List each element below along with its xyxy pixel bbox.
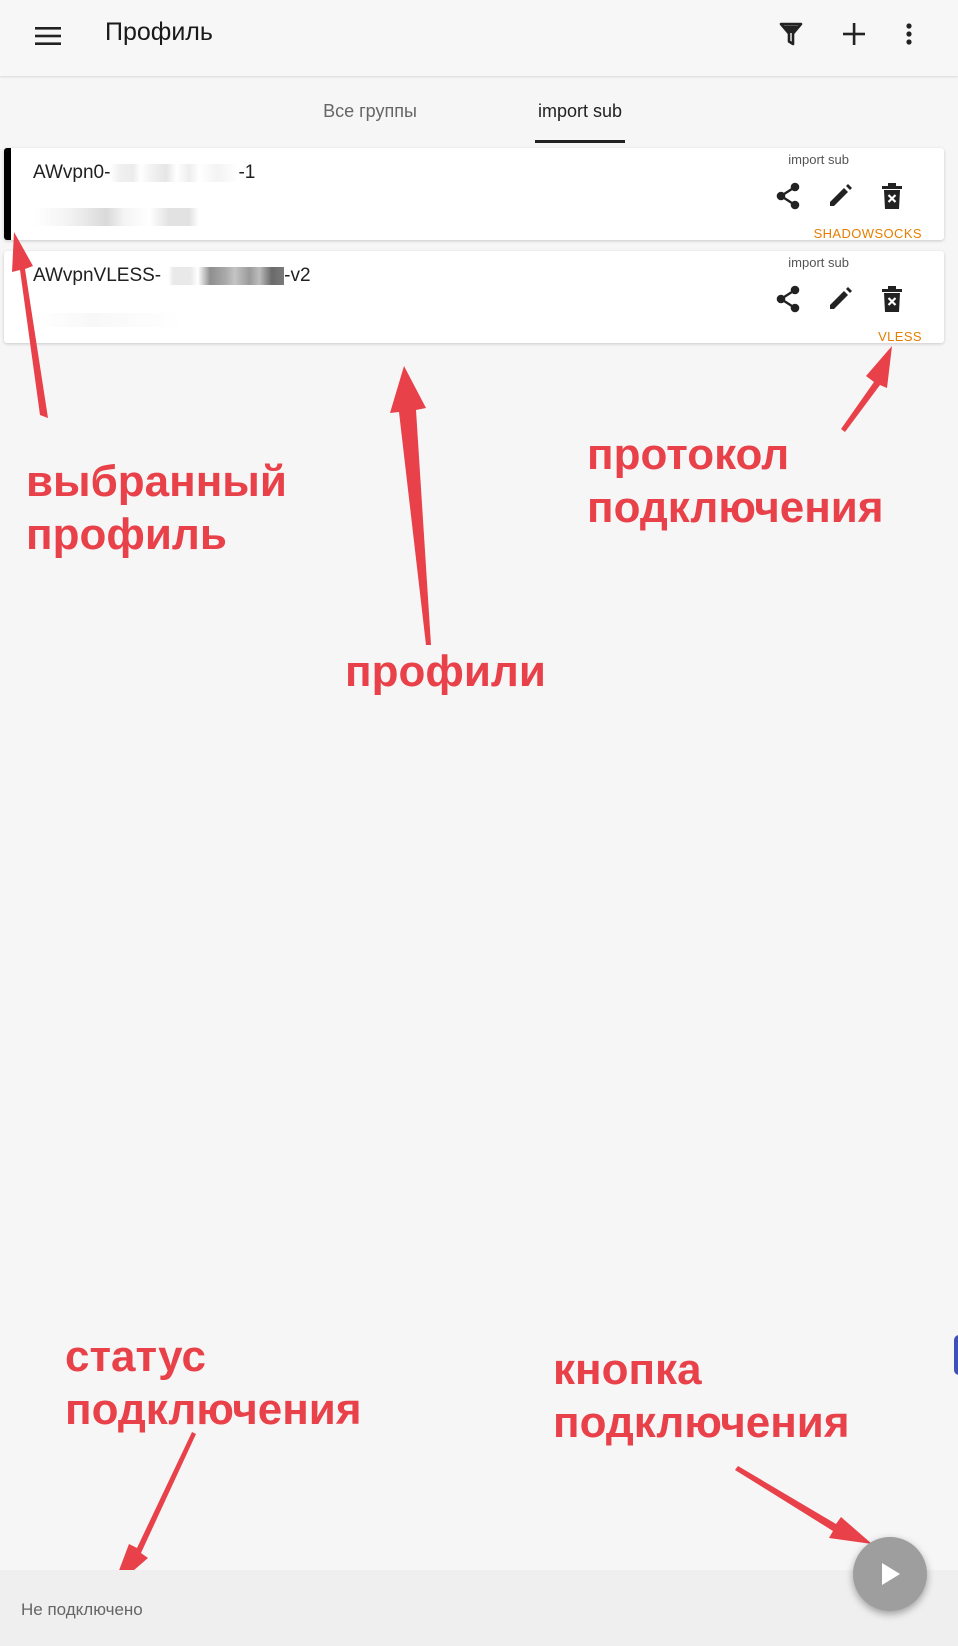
protocol-label: SHADOWSOCKS — [813, 226, 922, 241]
annotation-status: статус подключения — [65, 1332, 362, 1434]
edit-icon[interactable] — [822, 281, 858, 317]
menu-icon[interactable] — [28, 16, 68, 56]
share-icon[interactable] — [770, 178, 806, 214]
share-icon[interactable] — [770, 281, 806, 317]
redacted-block — [33, 313, 183, 328]
connect-button[interactable] — [853, 1537, 927, 1611]
app-bar: Профиль — [0, 0, 958, 76]
profile-name: AWvpn0- -1 — [33, 162, 256, 183]
delete-icon[interactable] — [874, 281, 910, 317]
arrow-connect-button — [735, 1466, 872, 1544]
profile-group: import sub — [788, 152, 849, 167]
profile-card[interactable]: AWvpnVLESS- -v2 import sub VLESS — [4, 251, 944, 344]
tab-import-sub[interactable]: import sub — [535, 80, 625, 143]
profile-address — [33, 311, 183, 328]
add-icon[interactable] — [834, 14, 874, 54]
redacted-block — [33, 208, 199, 227]
more-vert-icon[interactable] — [889, 14, 929, 54]
page-title: Профиль — [105, 18, 213, 46]
profile-group: import sub — [788, 255, 849, 270]
arrow-profiles — [390, 366, 431, 645]
connection-status: Не подключено — [21, 1600, 143, 1619]
profile-actions — [770, 281, 930, 317]
protocol-label: VLESS — [878, 329, 922, 344]
tab-all-groups[interactable]: Все группы — [300, 80, 440, 142]
arrow-status — [112, 1432, 196, 1589]
profile-address — [33, 208, 199, 227]
edge-handle[interactable] — [954, 1335, 958, 1375]
annotation-connect-button: кнопка подключения — [553, 1345, 850, 1447]
group-tabs: Все группы import sub — [0, 80, 958, 143]
selected-indicator — [4, 148, 11, 240]
profile-card[interactable]: AWvpn0- -1 import sub SHADOWSOCKS — [4, 148, 944, 241]
profile-name: AWvpnVLESS- -v2 — [33, 265, 311, 286]
tab-indicator — [535, 140, 625, 143]
annotation-protocol: протокол подключения — [587, 430, 884, 532]
tab-label: Все группы — [323, 100, 417, 121]
status-bar: Не подключено — [0, 1570, 958, 1646]
arrow-protocol — [841, 346, 892, 432]
annotation-profiles: профили — [345, 647, 546, 696]
tab-label: import sub — [537, 100, 623, 121]
annotation-selected-profile: выбранный профиль — [26, 457, 287, 559]
delete-icon[interactable] — [874, 178, 910, 214]
edit-icon[interactable] — [822, 178, 858, 214]
filter-icon[interactable] — [771, 14, 811, 54]
profile-actions — [770, 178, 930, 214]
redacted-block — [110, 163, 239, 182]
redacted-block — [161, 266, 285, 285]
play-icon — [882, 1563, 900, 1585]
